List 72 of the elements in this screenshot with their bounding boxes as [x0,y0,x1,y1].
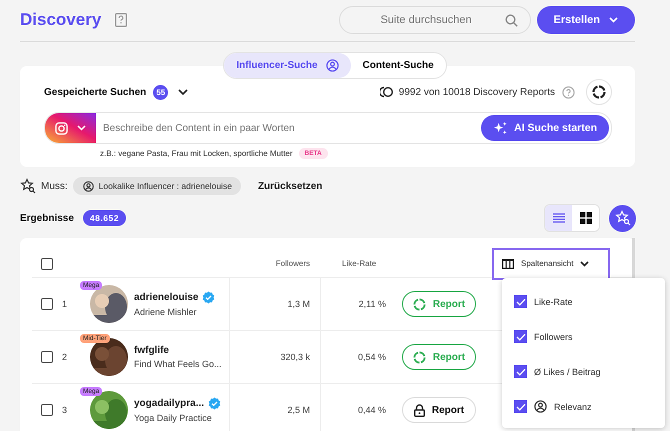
search-input[interactable]: Suite durchsuchen [348,13,505,27]
ai-search-button[interactable]: AI Suche starten [481,115,609,141]
filter-chip[interactable]: Lookalike Influencer : adrienelouise [72,177,241,195]
rank-number: 3 [62,405,68,415]
influencer-handle[interactable]: adrienelouise [134,292,198,303]
influencer-handle[interactable]: fwfglife [134,345,169,356]
search-tab[interactable]: Content-Suche [350,53,446,78]
row-checkbox[interactable] [41,351,53,363]
chevron-down-icon [609,17,618,23]
like-rate-value: 2,11 % [358,299,386,309]
results-label: Ergebnisse [20,212,74,224]
chevron-down-icon [77,125,86,131]
reports-ring-icon [380,86,394,98]
saved-searches-count: 55 [153,84,168,100]
star-search-icon [20,178,36,194]
user-icon [326,59,339,72]
row-checkbox[interactable] [41,298,53,310]
lock-icon [414,404,425,416]
column-option[interactable]: Relevanz [554,402,592,412]
saved-searches-label[interactable]: Gespeicherte Suchen [44,86,146,98]
influencer-name: Adriene Mishler [134,307,198,317]
progress-ring-button[interactable] [586,79,612,105]
followers-value: 1,3 M [287,299,310,309]
influencer-handle[interactable]: yogadailypra... [134,398,204,409]
column-checkbox[interactable] [514,295,527,308]
sparkle-icon [493,120,508,136]
search-icon [504,14,518,26]
column-option[interactable]: Like-Rate [534,296,573,306]
column-checkbox[interactable] [514,330,527,343]
select-all-checkbox[interactable] [41,258,53,270]
column-view-button[interactable]: Spaltenansicht [492,248,610,280]
content-prompt-bar[interactable]: Beschreibe den Content in ein paar Worten AI Suche starten [44,112,612,144]
reports-quota: 9992 von 10018 Discovery Reports [398,86,555,98]
reset-link[interactable]: Zurücksetzen [258,180,322,192]
influencer-name: Find What Feels Go... [134,359,222,369]
progress-ring-icon [412,298,426,310]
list-icon [552,213,564,223]
influencer-name: Yoga Daily Practice [134,413,213,423]
column-option[interactable]: Ø Likes / Beitrag [534,366,601,376]
example-hint: z.B.: vegane Pasta, Frau mit Locken, sportliche Mutter [100,149,293,158]
followers-value: 320,3 k [280,352,310,362]
grid-icon [580,212,592,224]
chevron-down-icon [580,260,590,266]
search-field[interactable]: Suite durchsuchen [338,6,531,34]
columns-icon [502,258,514,268]
progress-ring-icon [412,350,426,364]
create-button[interactable]: Erstellen [536,6,635,34]
column-option[interactable]: Followers [534,332,573,342]
like-rate-value: 0,44 % [358,405,386,415]
chevron-down-icon[interactable] [178,88,188,96]
column-checkbox[interactable] [514,400,527,413]
column-checkbox[interactable] [514,365,527,378]
row-checkbox[interactable] [41,404,53,416]
report-button[interactable]: Report [402,397,476,423]
rank-number: 2 [62,352,68,362]
results-count: 48.652 [82,210,126,226]
like-rate-value: 0,54 % [358,352,386,362]
saved-influencer-button[interactable] [609,204,636,232]
user-icon [82,180,94,192]
followers-value: 2,5 M [287,405,310,415]
star-search-icon [614,210,630,226]
progress-ring-icon [592,85,606,99]
platform-select[interactable] [45,113,96,143]
column-header[interactable]: Like-Rate [342,259,376,268]
column-header[interactable]: Followers [276,259,310,268]
rank-number: 1 [62,299,68,309]
list-view-button[interactable] [545,205,572,231]
page-title: Discovery [20,10,102,30]
help-icon[interactable] [115,13,128,27]
instagram-icon [55,122,68,134]
filter-label: Muss: [41,180,68,192]
search-tab[interactable]: Influencer-Suche [224,53,351,78]
